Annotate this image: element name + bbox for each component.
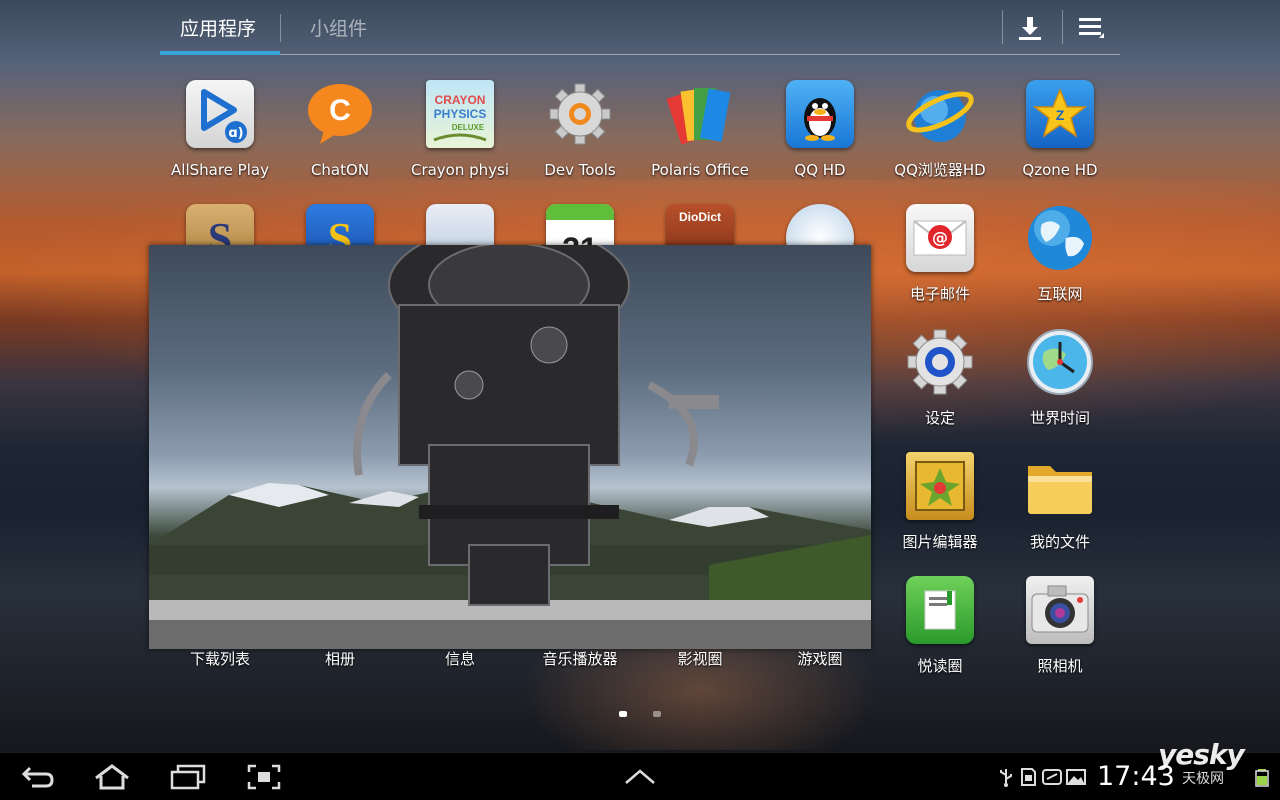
qq-penguin-icon bbox=[786, 80, 854, 148]
dock-label-gallery[interactable]: 相册 bbox=[280, 648, 400, 669]
recent-apps-button[interactable] bbox=[164, 761, 212, 793]
settings-icon bbox=[906, 328, 974, 396]
battery-icon[interactable] bbox=[1252, 767, 1272, 787]
svg-text:C: C bbox=[329, 94, 351, 127]
dock-label-music-player[interactable]: 音乐播放器 bbox=[520, 648, 640, 669]
download-button[interactable] bbox=[1002, 8, 1058, 48]
app-qq-hd[interactable]: QQ HD bbox=[760, 78, 880, 202]
crayon-physics-icon: CRAYON PHYSICS DELUXE bbox=[426, 80, 494, 148]
recent-apps-icon bbox=[170, 764, 206, 790]
svg-text:@: @ bbox=[932, 228, 948, 247]
camera-icon bbox=[1026, 576, 1094, 644]
app-allshare-play[interactable]: ɑ) AllShare Play bbox=[160, 78, 280, 202]
qq-browser-icon bbox=[906, 80, 974, 148]
sd-card-icon[interactable] bbox=[1018, 767, 1038, 787]
app-label: 我的文件 bbox=[1029, 533, 1090, 551]
dock-label-game-circle[interactable]: 游戏圈 bbox=[760, 648, 880, 669]
svg-text:PHYSICS: PHYSICS bbox=[434, 107, 487, 121]
menu-button[interactable] bbox=[1062, 8, 1118, 48]
home-icon bbox=[95, 764, 129, 790]
dock-label-downloads[interactable]: 下载列表 bbox=[160, 648, 280, 669]
chaton-icon: C bbox=[306, 80, 374, 148]
app-label: 照相机 bbox=[1037, 657, 1083, 675]
app-internet[interactable]: 互联网 bbox=[1000, 202, 1120, 326]
book-icon bbox=[906, 576, 974, 644]
page-indicator-active bbox=[619, 711, 627, 717]
app-label: Qzone HD bbox=[1022, 161, 1098, 179]
polaris-office-icon bbox=[666, 80, 734, 148]
watermark-logo: yesky bbox=[1158, 738, 1245, 771]
preview-scene-image bbox=[149, 245, 871, 649]
home-button[interactable] bbox=[88, 761, 136, 793]
app-photo-editor[interactable]: 图片编辑器 bbox=[880, 450, 1000, 574]
app-label: 设定 bbox=[924, 409, 955, 427]
gear-icon bbox=[546, 80, 614, 148]
app-label: Polaris Office bbox=[651, 161, 749, 179]
app-label: 悦读圈 bbox=[917, 657, 963, 675]
world-clock-icon bbox=[1026, 328, 1094, 396]
allshare-icon: ɑ) bbox=[186, 80, 254, 148]
screen-capture-icon bbox=[247, 764, 281, 790]
system-navigation-bar: 17:43 bbox=[0, 752, 1280, 800]
dock-label-video-circle[interactable]: 影视圈 bbox=[640, 648, 760, 669]
app-label: 世界时间 bbox=[1029, 409, 1090, 427]
media-preview-panel[interactable] bbox=[149, 245, 871, 649]
photo-editor-icon bbox=[906, 452, 974, 520]
app-label: 图片编辑器 bbox=[902, 533, 978, 551]
globe-icon bbox=[1026, 204, 1094, 272]
app-label: QQ HD bbox=[794, 161, 846, 179]
menu-icon bbox=[1079, 18, 1104, 38]
svg-text:DELUXE: DELUXE bbox=[452, 123, 485, 132]
app-label: 电子邮件 bbox=[909, 285, 970, 303]
watermark-subtitle: 天极网 bbox=[1182, 771, 1224, 787]
email-icon: @ bbox=[906, 204, 974, 272]
back-icon bbox=[21, 766, 54, 788]
app-world-clock[interactable]: 世界时间 bbox=[1000, 326, 1120, 450]
mini-apps-tray-button[interactable] bbox=[616, 761, 664, 793]
app-camera[interactable]: 照相机 bbox=[1000, 574, 1120, 698]
svg-text:ɑ): ɑ) bbox=[228, 126, 243, 141]
tab-apps-indicator bbox=[160, 51, 280, 55]
app-email[interactable]: @ 电子邮件 bbox=[880, 202, 1000, 326]
app-label: ChatON bbox=[310, 161, 370, 179]
app-label: AllShare Play bbox=[171, 161, 269, 179]
qzone-star-icon: Z bbox=[1026, 80, 1094, 148]
screenshot-button[interactable] bbox=[240, 761, 288, 793]
app-drawer-tab-bar: 应用程序 小组件 bbox=[160, 0, 1120, 55]
app-crayon-physics[interactable]: CRAYON PHYSICS DELUXE Crayon physi bbox=[400, 78, 520, 202]
folder-icon bbox=[1026, 452, 1094, 520]
download-icon bbox=[1019, 17, 1041, 40]
svg-text:Z: Z bbox=[1056, 107, 1065, 123]
app-dev-tools[interactable]: Dev Tools bbox=[520, 78, 640, 202]
app-settings[interactable]: 设定 bbox=[880, 326, 1000, 450]
tab-apps[interactable]: 应用程序 bbox=[180, 14, 256, 40]
app-qq-browser-hd[interactable]: QQ浏览器HD bbox=[880, 78, 1000, 202]
app-label: 互联网 bbox=[1037, 285, 1083, 303]
tab-divider bbox=[280, 14, 281, 42]
chevron-up-icon bbox=[625, 769, 655, 784]
app-label: QQ浏览器HD bbox=[894, 161, 986, 179]
svg-text:CRAYON: CRAYON bbox=[435, 93, 486, 107]
app-chaton[interactable]: C ChatON bbox=[280, 78, 400, 202]
app-polaris-office[interactable]: Polaris Office bbox=[640, 78, 760, 202]
dock-label-messages[interactable]: 信息 bbox=[400, 648, 520, 669]
dictionary-label: DioDict bbox=[679, 210, 721, 224]
page-indicator-inactive bbox=[653, 711, 661, 717]
usb-icon[interactable] bbox=[996, 767, 1016, 787]
picture-icon[interactable] bbox=[1066, 767, 1086, 787]
airplane-mode-icon[interactable] bbox=[1042, 767, 1062, 787]
app-label: Dev Tools bbox=[544, 161, 616, 179]
tab-widgets[interactable]: 小组件 bbox=[310, 14, 367, 40]
app-my-files[interactable]: 我的文件 bbox=[1000, 450, 1120, 574]
back-button[interactable] bbox=[14, 761, 62, 793]
app-qzone-hd[interactable]: Z Qzone HD bbox=[1000, 78, 1120, 202]
app-label: Crayon physi bbox=[410, 161, 510, 179]
app-reading-circle[interactable]: 悦读圈 bbox=[880, 574, 1000, 698]
